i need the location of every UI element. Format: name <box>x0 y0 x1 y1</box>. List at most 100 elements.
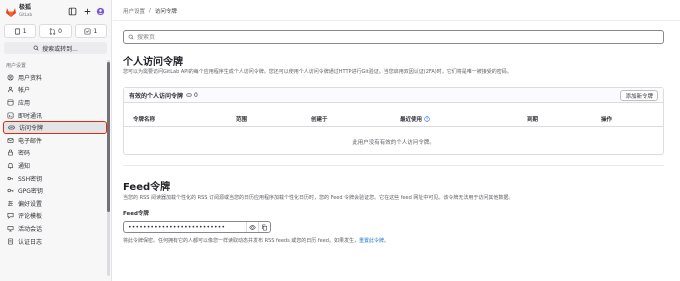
sidebar-item-emails[interactable]: 电子邮件 <box>3 134 107 147</box>
profile-icon <box>7 74 14 81</box>
nav-section-heading: 用户设置 <box>6 63 27 69</box>
feed-token-description: 当您的 RSS 阅读器加载个性化的 RSS 订阅源或当您的日历应用程序加载个性化… <box>123 195 514 201</box>
token-count-badge: 0 <box>186 92 198 99</box>
column-header-last-used[interactable]: 最近使用 <box>400 115 430 123</box>
merge-requests-count: 0 <box>58 27 62 35</box>
column-header-last-used-label: 最近使用 <box>400 117 423 123</box>
column-header-expires[interactable]: 到期 <box>527 115 538 123</box>
password-icon <box>8 149 13 156</box>
sidebar-item-label: SSH密钥 <box>18 175 43 183</box>
search-or-go-to-label: 搜索或转到... <box>42 45 78 53</box>
page-search-box[interactable] <box>123 30 664 44</box>
header-divider <box>113 20 680 21</box>
sidebar-item-label: 即时通讯 <box>18 112 43 120</box>
sidebar-item-password[interactable]: 密码 <box>3 147 107 160</box>
search-icon <box>128 34 134 40</box>
sidebar-item-ssh-keys[interactable]: SSH密钥 <box>3 172 107 185</box>
column-header-created[interactable]: 创建于 <box>311 115 328 123</box>
todos-count: 1 <box>93 27 98 35</box>
sidebar-item-comment-templates[interactable]: 评论模板 <box>3 210 107 223</box>
auth-log-icon <box>8 238 13 244</box>
sidebar-item-label: 电子邮件 <box>18 137 43 145</box>
sidebar-item-notifications[interactable]: 通知 <box>3 159 107 172</box>
brand-subtitle: GitLab <box>19 12 32 17</box>
sidebar-item-chat[interactable]: 即时通讯 <box>3 109 107 122</box>
sidebar-item-label: 密码 <box>18 150 31 158</box>
table-header-divider <box>124 126 663 127</box>
add-new-token-button[interactable]: 添加新令牌 <box>620 90 658 101</box>
card-header: 有效的个人访问令牌 0 添加新令牌 <box>124 88 663 103</box>
feed-token-label: Feed令牌 <box>123 211 149 217</box>
breadcrumb: 用户设置 / 访问令牌 <box>123 7 177 15</box>
todo-icon <box>84 28 91 34</box>
column-header-name[interactable]: 令牌名称 <box>133 115 155 123</box>
sidebar-nav: 用户资料 帐户 应用 即时通讯 访问令牌 电子邮件 密码 通知 SSH密钥 GP… <box>3 71 107 247</box>
reset-token-link[interactable]: 重置此令牌 <box>359 238 384 244</box>
feed-token-help: 将此令牌保密。任何拥有它的人都可以像您一样读取动态并发布 RSS feeds 或… <box>123 237 389 244</box>
card-title: 有效的个人访问令牌 <box>129 92 184 100</box>
eye-icon <box>249 224 256 230</box>
section-divider <box>123 165 664 166</box>
breadcrumb-parent[interactable]: 用户设置 <box>123 7 145 15</box>
merge-request-icon <box>49 27 56 35</box>
breadcrumb-separator: / <box>149 8 151 14</box>
sidebar-item-label: 评论模板 <box>18 213 43 221</box>
feed-token-value[interactable]: •••••••••••••••••••••••••• <box>124 224 246 231</box>
todos-count-button[interactable]: 1 <box>74 24 107 38</box>
main-content: 用户设置 / 访问令牌 个人访问令牌 您可以为需要访问GitLab API的每个… <box>113 0 680 281</box>
chat-icon <box>7 112 14 119</box>
sidebar: 极狐 GitLab 1 0 1 搜索或转到... 用户设置 用户资料 帐户 应用… <box>0 0 112 281</box>
search-or-go-to-button[interactable]: 搜索或转到... <box>4 42 107 54</box>
sidebar-item-gpg-keys[interactable]: GPG密钥 <box>3 184 107 197</box>
sidebar-item-label: 活动会话 <box>18 225 43 233</box>
sidebar-item-profile[interactable]: 用户资料 <box>3 71 107 84</box>
ssh-key-icon <box>7 176 14 180</box>
gpg-key-icon <box>7 189 14 193</box>
copy-icon <box>262 224 267 230</box>
sidebar-item-access-tokens[interactable]: 访问令牌 <box>3 121 107 134</box>
search-icon <box>33 45 39 51</box>
token-icon <box>8 125 15 130</box>
sidebar-item-label: 应用 <box>18 99 31 107</box>
sessions-icon <box>7 225 14 232</box>
notification-icon <box>7 163 14 169</box>
sidebar-item-account[interactable]: 帐户 <box>3 84 107 97</box>
sidebar-item-auth-log[interactable]: 认证日志 <box>3 235 107 248</box>
empty-state-message: 此用户没有有效的个人访问令牌。 <box>352 140 435 146</box>
preferences-icon <box>8 200 13 206</box>
plus-icon[interactable] <box>83 7 92 16</box>
copy-token-button[interactable] <box>258 222 270 232</box>
active-tokens-card: 有效的个人访问令牌 0 添加新令牌 令牌名称 范围 创建于 最近使用 到期 操作… <box>123 87 664 155</box>
sidebar-item-label: 用户资料 <box>18 74 43 82</box>
avatar-icon[interactable] <box>96 7 105 16</box>
count-buttons: 1 0 1 <box>4 24 107 38</box>
email-icon <box>7 137 14 143</box>
feed-token-title: Feed令牌 <box>123 182 171 193</box>
merge-requests-count-button[interactable]: 0 <box>39 24 72 38</box>
issues-icon <box>14 28 20 34</box>
page-search-input[interactable] <box>137 33 637 41</box>
sidebar-item-label: 访问令牌 <box>19 125 44 133</box>
issues-count-button[interactable]: 1 <box>4 24 37 38</box>
token-count: 0 <box>194 91 198 99</box>
feed-token-help-text: 将此令牌保密。任何拥有它的人都可以像您一样读取动态并发布 RSS feeds 或… <box>123 238 359 244</box>
sidebar-item-label: 通知 <box>18 162 31 170</box>
gitlab-logo-icon[interactable] <box>5 6 17 18</box>
column-header-scopes: 范围 <box>236 117 248 123</box>
question-icon[interactable] <box>424 116 430 122</box>
feed-token-field: •••••••••••••••••••••••••• <box>123 221 271 233</box>
account-icon <box>8 87 13 93</box>
breadcrumb-current: 访问令牌 <box>154 9 177 15</box>
sidebar-item-preferences[interactable]: 偏好设置 <box>3 197 107 210</box>
reveal-token-button[interactable] <box>246 222 258 232</box>
issues-count: 1 <box>22 27 27 35</box>
sidebar-item-active-sessions[interactable]: 活动会话 <box>3 222 107 235</box>
sidebar-item-applications[interactable]: 应用 <box>3 96 107 109</box>
toggle-sidebar-icon[interactable] <box>68 7 77 16</box>
column-header-actions: 操作 <box>601 117 613 123</box>
sidebar-item-label: 认证日志 <box>18 238 43 246</box>
token-icon <box>186 93 192 97</box>
sidebar-scrollbar-thumb[interactable] <box>107 62 110 212</box>
sidebar-item-label: 偏好设置 <box>18 200 43 208</box>
page-title: 个人访问令牌 <box>123 57 183 68</box>
